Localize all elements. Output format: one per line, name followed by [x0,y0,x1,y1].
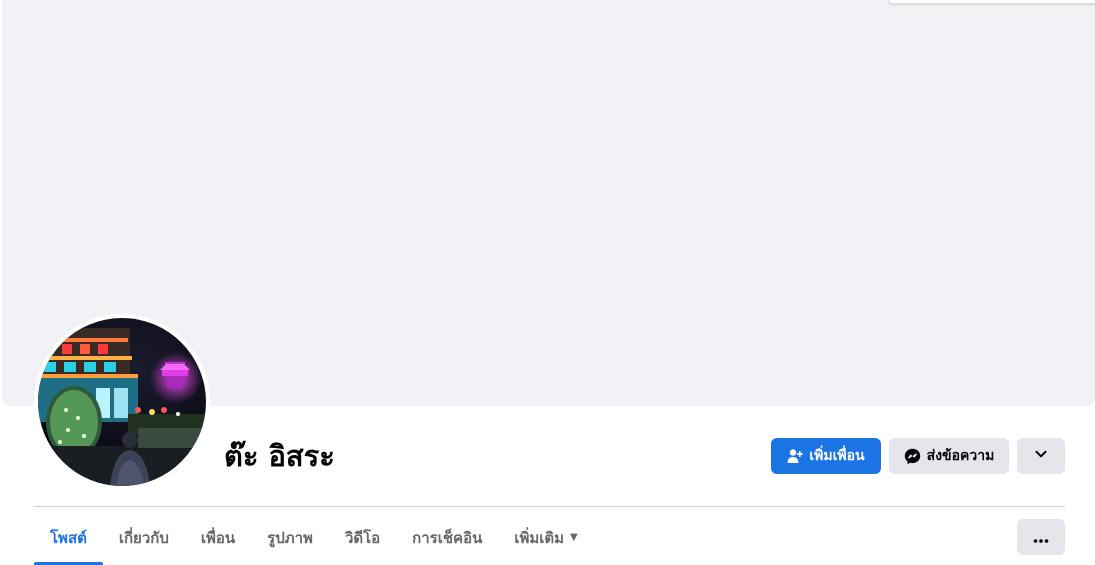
add-friend-label: เพิ่มเพื่อน [809,448,865,464]
dropdown-panel-edge [888,0,1095,4]
tab-label: โพสต์ [50,528,87,547]
profile-divider [34,506,1065,507]
profile-page: ต๊ะ อิสระ เพิ่มเพื่อน ส่งข้อความ โพสต์ เ… [0,0,1095,565]
tab-posts[interactable]: โพสต์ [34,510,103,565]
add-friend-icon [787,448,804,464]
tab-label: เกี่ยวกับ [118,528,169,547]
add-friend-button[interactable]: เพิ่มเพื่อน [771,438,881,474]
messenger-icon [904,448,921,465]
chevron-down-icon [1034,447,1048,465]
tab-check-ins[interactable]: การเช็คอิน [396,510,498,565]
send-message-label: ส่งข้อความ [926,448,995,464]
tab-videos[interactable]: วิดีโอ [329,510,396,565]
avatar[interactable] [38,318,206,486]
more-options-button[interactable] [1017,519,1065,555]
caret-down-icon: ▼ [570,532,578,543]
tab-label: การเช็คอิน [412,528,483,547]
tab-label: เพิ่มเติม [514,528,565,547]
profile-tabs: โพสต์ เกี่ยวกับ เพื่อน รูปภาพ วิดีโอ การ… [34,510,594,565]
send-message-button[interactable]: ส่งข้อความ [889,438,1009,474]
tab-photos[interactable]: รูปภาพ [251,510,329,565]
avatar-image [38,318,206,486]
tab-more[interactable]: เพิ่มเติม ▼ [498,510,593,565]
profile-name: ต๊ะ อิสระ [224,439,335,473]
more-options-icon [1033,528,1049,547]
tab-label: เพื่อน [200,528,236,547]
tab-about[interactable]: เกี่ยวกับ [103,510,185,565]
tab-friends[interactable]: เพื่อน [185,510,251,565]
tab-label: รูปภาพ [267,528,313,547]
profile-options-dropdown[interactable] [1017,438,1065,474]
tab-label: วิดีโอ [344,528,381,547]
